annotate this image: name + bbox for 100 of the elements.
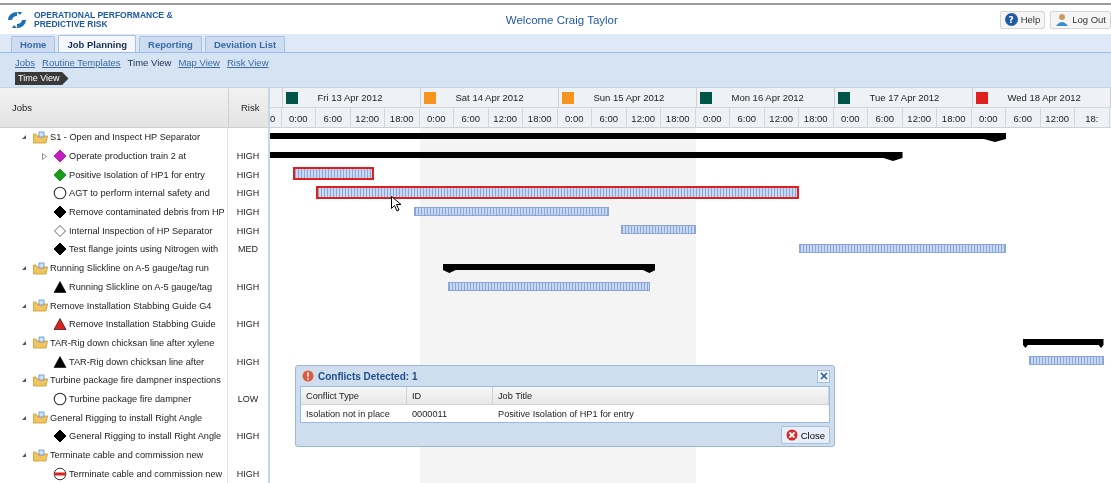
risk-level: HIGH [236,169,260,180]
column-header[interactable]: Conflict Type [301,387,407,404]
hour-label: 18:00 [941,112,966,124]
hour-label: 18:00 [527,112,552,124]
hour-label: 0:00 [841,112,860,124]
job-title[interactable]: General Rigging to install Right Angle [69,431,222,442]
folder-icon [33,130,48,144]
risk-level: HIGH [236,207,260,218]
close-button[interactable]: Close [780,426,830,444]
job-title[interactable]: Running Slickline on A-5 gauge/tag [69,281,213,292]
job-group-title[interactable]: Remove Installation Stabbing Guide G4 [50,300,212,311]
hour-label: 18:00 [389,112,414,124]
summary-bar[interactable] [270,131,1006,143]
logout-button[interactable]: Log Out [1050,10,1111,29]
table-cell-text: Isolation not in place [305,407,391,421]
circle-icon [53,186,67,201]
view-link[interactable]: Routine Templates [42,57,121,68]
conflict-task-bar[interactable] [316,186,799,200]
hour-label: 0 [270,112,276,124]
summary-bar[interactable] [442,261,656,274]
expanded-arrow-icon[interactable] [21,377,27,384]
expanded-arrow-icon[interactable] [21,302,27,309]
mouse-cursor-icon [391,196,402,212]
hour-label: 6:00 [599,112,618,124]
risk-level: MED [238,244,258,255]
day-header: Sat 14 Apr 2012 [455,92,524,103]
hour-label: 12:00 [493,112,518,124]
close-icon[interactable] [817,369,830,383]
job-group-title[interactable]: Terminate cable and commission new [50,450,204,461]
view-link[interactable]: Jobs [15,57,36,68]
column-header[interactable]: Jobs [0,88,229,127]
column-header[interactable]: ID [407,387,493,404]
alert-icon [302,370,314,382]
risk-level: HIGH [236,225,260,236]
job-title[interactable]: Test flange joints using Nitrogen with [69,244,219,255]
folder-icon [33,336,48,350]
close-icon [785,429,798,441]
folder-icon [33,261,48,275]
hour-label: 18:00 [665,112,690,124]
help-icon: ? [1004,13,1018,26]
day-header: Sun 15 Apr 2012 [593,92,665,103]
hour-label: 0:00 [427,112,446,124]
job-title[interactable]: AGT to perform internal safety and [69,188,210,199]
welcome-text: Welcome Craig Taylor [504,13,619,26]
expanded-arrow-icon[interactable] [21,452,27,459]
expanded-arrow-icon[interactable] [21,339,27,346]
hour-label: 6:00 [323,112,342,124]
folder-icon [33,373,48,387]
view-link[interactable]: Map View [178,57,220,68]
job-group-title[interactable]: Running Slickline on A-5 gauge/tag run [50,263,209,274]
risk-level: HIGH [236,188,260,199]
column-header[interactable]: Job Title [493,387,829,404]
job-title[interactable]: Terminate cable and commission new [69,468,223,479]
job-group-title[interactable]: S1 - Open and Inspect HP Separator [50,132,200,143]
column-header[interactable]: Risk [229,88,268,127]
job-title[interactable]: Internal Inspection of HP Separator [69,225,213,236]
folder-icon [33,411,48,425]
diamond-icon [53,223,67,238]
nav-tab[interactable]: Home [11,36,56,52]
nav-tab[interactable]: Reporting [139,36,202,52]
view-link[interactable]: Time View [127,57,172,68]
hour-label: 6:00 [461,112,480,124]
table-cell-text: 0000011 [411,407,449,421]
risk-level: HIGH [236,281,260,292]
risk-level: HIGH [236,431,260,442]
hour-label: 18:00 [803,112,828,124]
day-header: Mon 16 Apr 2012 [731,92,804,103]
app-title: PREDICTIVE RISK [34,19,109,29]
expanded-arrow-icon[interactable] [21,134,27,141]
job-title[interactable]: Turbine package fire dampner [69,393,192,404]
collapsed-arrow-icon[interactable] [42,152,47,160]
risk-level: HIGH [236,319,260,330]
job-group-title[interactable]: TAR-Rig down chicksan line after xylene [50,337,215,348]
dialog-title: Conflicts Detected: 1 [318,370,419,382]
risk-level: HIGH [236,356,260,367]
nav-tab[interactable]: Job Planning [58,35,137,52]
hour-label: 18: [1085,112,1099,124]
hour-label: 12:00 [769,112,794,124]
hour-label: 0:00 [289,112,308,124]
job-group-title[interactable]: Turbine package fire dampner inspections [50,375,221,386]
job-title[interactable]: Remove contaminated debris from HP [69,207,225,218]
hour-label: 6:00 [1013,112,1032,124]
conflict-task-bar[interactable] [293,167,374,181]
nav-tab[interactable]: Deviation List [204,36,286,52]
help-button[interactable]: ? Help [999,10,1046,29]
folder-icon [33,448,48,462]
summary-bar[interactable] [270,149,903,162]
hour-label: 12:00 [355,112,380,124]
summary-bar[interactable] [1023,336,1104,349]
hour-label: 0:00 [703,112,722,124]
job-title[interactable]: Positive Isolation of HP1 for entry [69,169,205,180]
circle-icon [53,391,67,406]
job-title[interactable]: Remove Installation Stabbing Guide [69,319,216,330]
view-link[interactable]: Risk View [226,57,269,68]
expanded-arrow-icon[interactable] [21,414,27,421]
job-title[interactable]: TAR-Rig down chicksan line after [69,356,205,367]
job-title[interactable]: Operate production train 2 at [69,151,186,162]
job-group-title[interactable]: General Rigging to install Right Angle [50,412,203,423]
breadcrumb[interactable]: Time View [15,72,69,85]
expanded-arrow-icon[interactable] [21,265,27,272]
